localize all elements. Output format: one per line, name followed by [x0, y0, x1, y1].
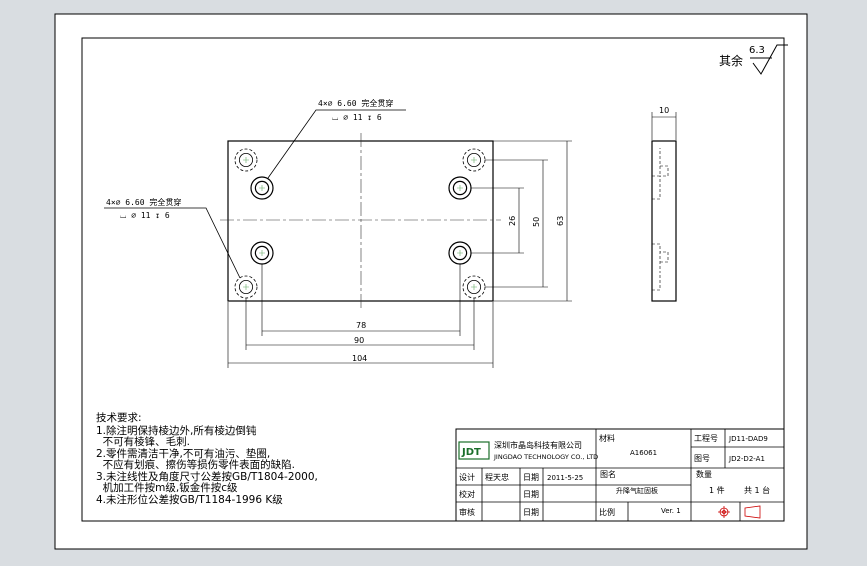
check-label: 校对 [459, 489, 475, 499]
approve-date-label: 日期 [523, 508, 539, 517]
roughness-value: 6.3 [749, 45, 765, 56]
notes-title: 技术要求: [96, 411, 142, 424]
hole-callout-left-line2: ⌴ ⌀ 11 ↧ 6 [120, 211, 170, 220]
company-name-cn: 深圳市晶岛科技有限公司 [494, 440, 582, 450]
dim-26: 26 [508, 216, 517, 226]
dim-78: 78 [356, 321, 366, 330]
hole-callout-left-line1: 4×⌀ 6.60 完全贯穿 [106, 197, 181, 207]
title-block: JDT 深圳市晶岛科技有限公司 JINGDAO TECHNOLOGY CO., … [455, 428, 785, 522]
drawing-no-value: JD11-DAD9 [728, 435, 768, 443]
scale-label: 比例 [599, 507, 615, 517]
notes-line: 4.未注形位公差按GB/T1184-1996 K级 [96, 493, 283, 506]
dim-104: 104 [352, 354, 367, 363]
notes-line: 不应有划痕、擦伤等损伤零件表面的缺陷. [96, 458, 295, 471]
dim-63: 63 [556, 216, 565, 226]
hole-callout-top-line2: ⌴ ⌀ 11 ↧ 6 [332, 113, 382, 122]
part-name-label: 图名 [600, 469, 616, 479]
qty-piece: 1 件 [709, 485, 725, 495]
material-value: A16061 [630, 449, 657, 457]
company-logo-text: JDT [461, 447, 481, 458]
drawing-no-label: 工程号 [694, 434, 718, 443]
roughness-prefix: 其余 [719, 53, 743, 68]
dim-90: 90 [354, 336, 364, 345]
approve-label: 审核 [459, 507, 475, 517]
figure-no-label: 图号 [694, 454, 710, 463]
design-date-label: 日期 [523, 473, 539, 482]
notes-line: 机加工件按m级,钣金件按c级 [96, 481, 238, 494]
qty-total: 共 1 台 [744, 485, 770, 495]
dim-10: 10 [659, 106, 669, 115]
design-label: 设计 [459, 472, 475, 482]
part-name-value: 升降气缸固板 [616, 486, 658, 495]
design-value: 程天忠 [485, 473, 509, 482]
design-date-value: 2011-5-25 [547, 474, 583, 482]
notes-line: 不可有棱锋、毛刺. [96, 435, 190, 448]
company-name-en: JINGDAO TECHNOLOGY CO., LTD [493, 453, 598, 461]
drawing-sheet: 其余 6.3 4×⌀ 6.60 完全贯穿 ⌴ ⌀ 11 ↧ 6 4×⌀ 6.60… [0, 0, 867, 562]
qty-label: 数量 [696, 469, 712, 479]
dim-50: 50 [532, 217, 541, 227]
drawing-canvas: 其余 6.3 4×⌀ 6.60 完全贯穿 ⌴ ⌀ 11 ↧ 6 4×⌀ 6.60… [54, 13, 808, 550]
check-date-label: 日期 [523, 490, 539, 499]
figure-no-value: JD2-D2-A1 [728, 455, 765, 463]
material-label: 材料 [599, 433, 615, 443]
version-value: Ver. 1 [661, 507, 681, 515]
hole-callout-top-line1: 4×⌀ 6.60 完全贯穿 [318, 98, 393, 108]
